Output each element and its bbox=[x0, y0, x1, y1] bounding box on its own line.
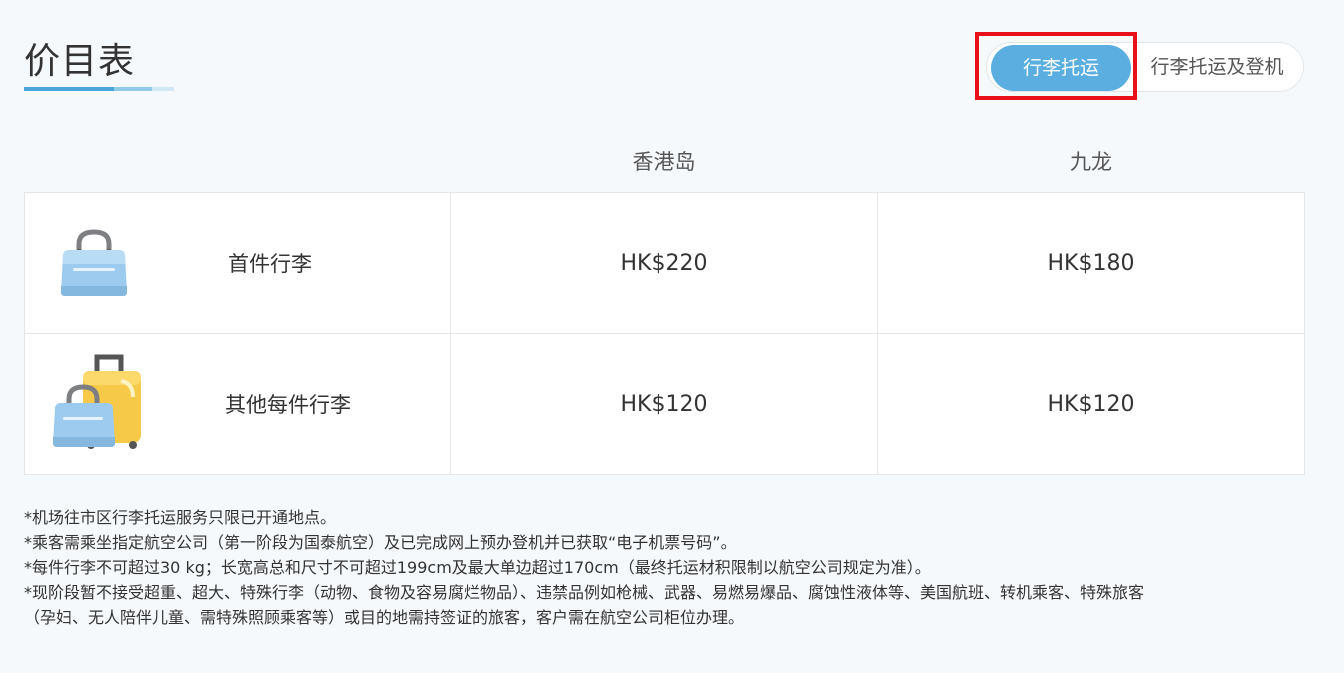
table-row: 其他每件行李 HK$120 HK$120 bbox=[25, 334, 1304, 474]
column-header-kowloon: 九龙 bbox=[1070, 150, 1112, 174]
item-cell: 其他每件行李 bbox=[25, 334, 451, 474]
item-label: 其他每件行李 bbox=[225, 393, 351, 417]
note-line: *每件行李不可超过30 kg；长宽高总和尺寸不可超过199cm及最大单边超过17… bbox=[24, 558, 931, 577]
column-header-hk-island: 香港岛 bbox=[632, 150, 696, 174]
note-line: *机场往市区行李托运服务只限已开通地点。 bbox=[24, 508, 337, 527]
price-cell: HK$120 bbox=[451, 334, 878, 474]
note-line: （孕妇、无人陪伴儿童、需特殊照顾乘客等）或目的地需持签证的旅客，客户需在航空公司… bbox=[24, 608, 745, 627]
tab-baggage-checkin-boarding[interactable]: 行李托运及登机 bbox=[1137, 43, 1297, 91]
note-line: *现阶段暂不接受超重、超大、特殊行李（动物、食物及容易腐烂物品）、违禁品例如枪械… bbox=[24, 583, 1145, 602]
page-title: 价目表 bbox=[24, 41, 136, 82]
title-underline bbox=[24, 87, 174, 91]
price-table: 首件行李 HK$220 HK$180 其他每件行李 HK$120 HK$120 bbox=[24, 192, 1305, 475]
notes: *机场往市区行李托运服务只限已开通地点。 *乘客需乘坐指定航空公司（第一阶段为国… bbox=[24, 505, 1304, 630]
table-row: 首件行李 HK$220 HK$180 bbox=[25, 193, 1304, 334]
price-cell: HK$180 bbox=[1047, 250, 1135, 276]
price-cell: HK$220 bbox=[451, 193, 878, 333]
item-cell: 首件行李 bbox=[25, 193, 451, 333]
note-line: *乘客需乘坐指定航空公司（第一阶段为国泰航空）及已完成网上预办登机并已获取“电子… bbox=[24, 533, 737, 552]
handbag-icon bbox=[51, 222, 137, 304]
highlight-box bbox=[975, 32, 1137, 100]
price-cell: HK$120 bbox=[1047, 391, 1135, 417]
item-label: 首件行李 bbox=[228, 252, 312, 276]
luggage-icon bbox=[51, 351, 145, 457]
